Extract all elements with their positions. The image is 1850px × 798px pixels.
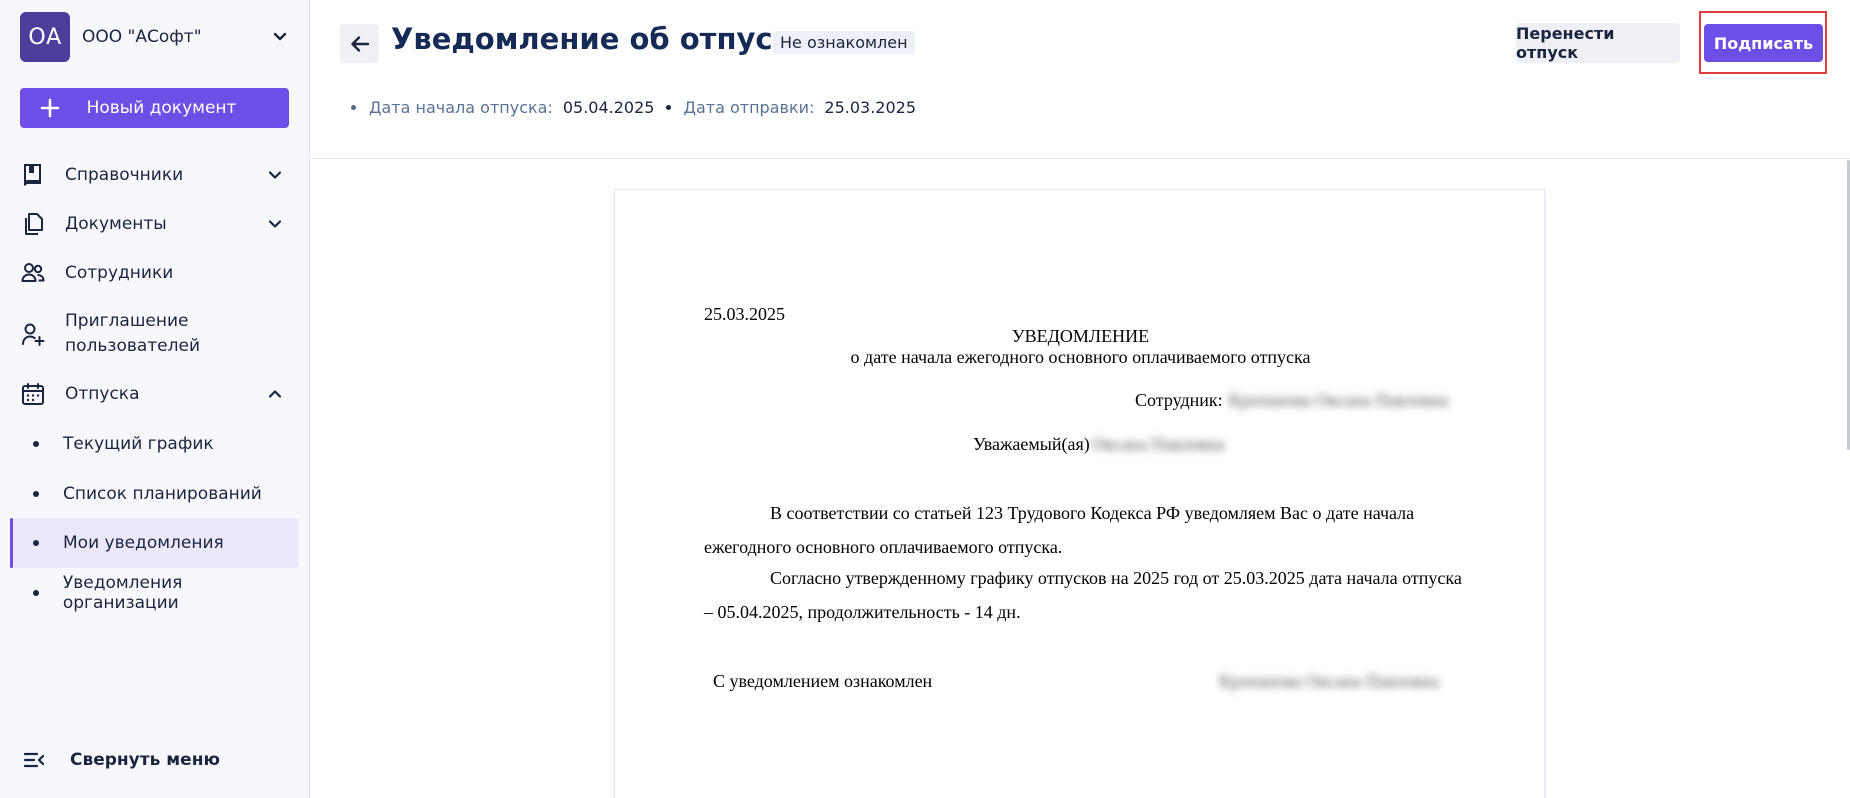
document-title: УВЕДОМЛЕНИЕ — [1011, 326, 1150, 346]
sidebar-subitem-label: Мои уведомления — [63, 533, 224, 553]
sidebar-subitem-current-schedule[interactable]: Текущий график — [10, 419, 298, 469]
user-plus-icon — [22, 323, 45, 346]
calendar-icon — [22, 383, 44, 405]
org-switcher[interactable]: ОА ООО "АСофт" — [20, 12, 290, 62]
chevron-up-icon — [268, 390, 282, 398]
sidebar-subitem-label: Текущий график — [63, 434, 214, 454]
document-meta: Дата начала отпуска: 05.04.2025 Дата отп… — [351, 98, 916, 117]
new-document-label: Новый документ — [86, 98, 237, 118]
sidebar-item-label: Сотрудники — [65, 262, 174, 283]
collapse-menu-button[interactable]: Свернуть меню — [22, 748, 220, 772]
sent-date-label: Дата отправки: — [683, 98, 815, 117]
sidebar-subitem-my-notifications[interactable]: Мои уведомления — [10, 518, 298, 568]
sign-button[interactable]: Подписать — [1704, 24, 1823, 62]
users-icon — [21, 263, 45, 282]
bullet-icon — [33, 590, 39, 596]
new-document-button[interactable]: Новый документ — [20, 88, 289, 128]
document-viewer[interactable]: 25.03.2025 УВЕДОМЛЕНИЕ о дате начала еже… — [311, 160, 1850, 798]
sidebar-item-label: Справочники — [65, 164, 184, 185]
page-title: Уведомление об отпуске — [391, 22, 812, 56]
separator-dot — [666, 105, 672, 110]
greeting-line: Уважаемый(ая) Оксана Павловна — [973, 434, 1225, 455]
sidebar-subitem-org-notifications[interactable]: Уведомления организации — [10, 568, 298, 618]
bullet-icon — [351, 105, 356, 110]
sent-date-value: 25.03.2025 — [824, 98, 917, 117]
sidebar-subitem-label: Уведомления организации — [62, 573, 183, 613]
start-date-value: 05.04.2025 — [562, 98, 655, 117]
employee-line: Сотрудник: Кропанова Оксана Павловна — [1135, 390, 1449, 411]
sidebar-item-label: Приглашение пользователей — [65, 311, 201, 356]
document-paragraph: В соответствии со статьей 123 Трудового … — [704, 503, 1415, 557]
employee-name-redacted: Кропанова Оксана Павловна — [1228, 390, 1449, 410]
document-date: 25.03.2025 — [704, 304, 785, 324]
sidebar-subitem-planning-list[interactable]: Список планирований — [10, 469, 298, 519]
plus-icon — [40, 98, 60, 118]
document-page: 25.03.2025 УВЕДОМЛЕНИЕ о дате начала еже… — [614, 189, 1545, 798]
bullet-icon — [33, 491, 39, 497]
sign-button-highlight: Подписать — [1699, 11, 1827, 74]
acknowledged-text: С уведомлением ознакомлен — [713, 671, 933, 691]
sidebar-item-label: Документы — [65, 213, 167, 234]
bullet-icon — [33, 540, 39, 546]
sidebar-item-vacations[interactable]: Отпуска — [20, 380, 290, 408]
org-name: ООО "АСофт" — [82, 27, 202, 47]
sidebar: ОА ООО "АСофт" Новый документ Справочник… — [0, 0, 310, 798]
start-date-label: Дата начала отпуска: — [369, 98, 553, 117]
greeting-text: Уважаемый(ая) — [973, 434, 1090, 454]
document-paragraph: Согласно утвержденному графику отпусков … — [704, 568, 1462, 622]
sidebar-item-employees[interactable]: Сотрудники — [20, 259, 290, 287]
collapse-menu-icon — [23, 752, 45, 768]
chevron-down-icon — [268, 220, 282, 228]
book-icon — [24, 164, 41, 186]
arrow-left-icon — [350, 35, 369, 52]
employee-label: Сотрудник: — [1135, 390, 1223, 410]
move-vacation-button[interactable]: Перенести отпуск — [1516, 23, 1680, 63]
signature-name-redacted: Кропанова Оксана Павловна — [1219, 671, 1439, 691]
document-subtitle: о дате начала ежегодного основного оплач… — [850, 347, 1311, 367]
sidebar-item-documents[interactable]: Документы — [20, 210, 290, 238]
chevron-down-icon — [273, 32, 287, 41]
status-badge: Не ознакомлен — [773, 31, 915, 54]
documents-icon — [25, 213, 43, 235]
greeting-name-redacted: Оксана Павловна — [1091, 434, 1225, 454]
sidebar-item-directories[interactable]: Справочники — [20, 161, 290, 189]
sidebar-item-label: Отпуска — [65, 383, 140, 404]
back-button[interactable] — [340, 24, 379, 63]
chevron-down-icon — [268, 171, 282, 179]
bullet-icon — [33, 441, 39, 447]
sidebar-item-invite-users[interactable]: Приглашение пользователей — [20, 308, 290, 360]
sidebar-subitem-label: Список планирований — [63, 484, 262, 504]
collapse-menu-label: Свернуть меню — [70, 750, 220, 770]
page-header: Уведомление об отпуске Не ознакомлен Дат… — [311, 0, 1850, 159]
org-avatar: ОА — [20, 12, 70, 62]
